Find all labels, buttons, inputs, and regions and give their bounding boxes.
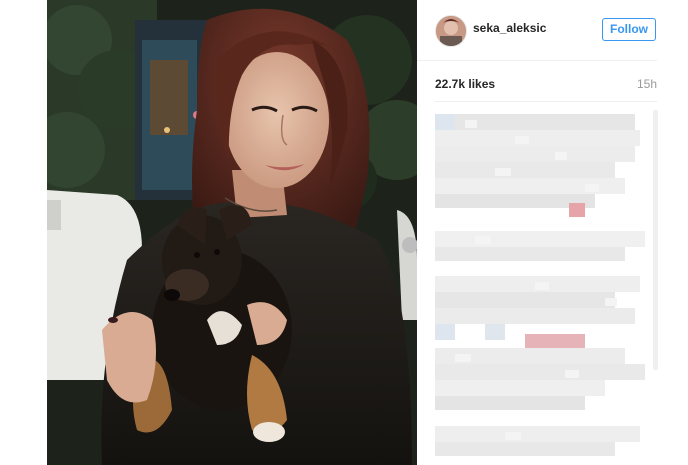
comments-scrollbar[interactable] [653,110,658,370]
post-timestamp[interactable]: 15h [637,77,657,91]
post-photo[interactable] [47,0,417,465]
post-sidebar: seka_aleksic Follow 22.7k likes 15h [417,0,688,465]
instagram-post-view: seka_aleksic Follow 22.7k likes 15h [0,0,688,465]
comments-section-pixelated [435,106,657,465]
avatar[interactable] [435,15,467,47]
likes-count[interactable]: 22.7k likes [435,77,495,91]
post-header: seka_aleksic Follow [417,0,657,61]
likes-row: 22.7k likes 15h [435,77,657,93]
divider [435,101,657,102]
username-link[interactable]: seka_aleksic [473,21,546,35]
follow-button[interactable]: Follow [602,18,656,41]
